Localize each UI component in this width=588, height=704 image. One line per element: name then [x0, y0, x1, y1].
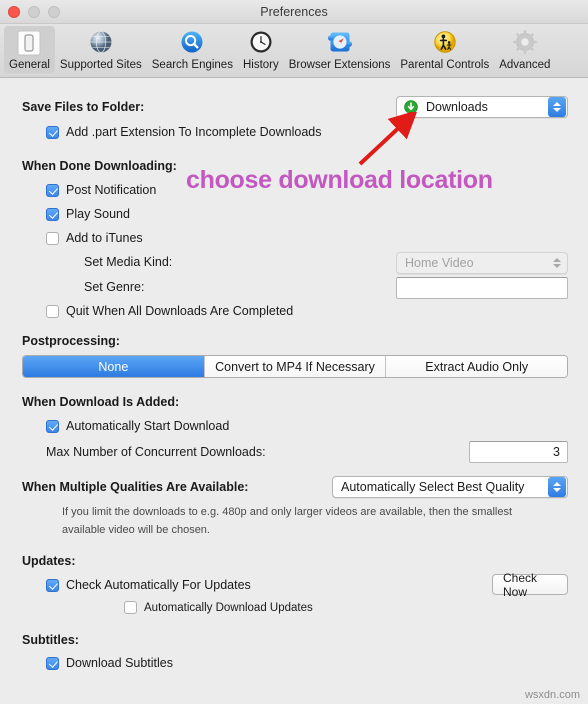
auto-start-download-checkbox[interactable]: Automatically Start Download [46, 419, 229, 433]
magnifier-icon [177, 28, 207, 58]
callout-arrow-icon [358, 112, 418, 166]
checkbox-icon [124, 601, 137, 614]
post-notification-label: Post Notification [66, 183, 157, 197]
title-bar: Preferences [0, 0, 588, 24]
globe-icon [86, 28, 116, 58]
segment-none[interactable]: None [23, 356, 205, 377]
minimize-button[interactable] [28, 6, 40, 18]
quit-when-done-checkbox[interactable]: Quit When All Downloads Are Completed [46, 304, 293, 318]
check-now-button[interactable]: Check Now [492, 571, 568, 599]
quality-stepper[interactable] [548, 477, 566, 497]
set-genre-label: Set Genre: [84, 280, 145, 294]
check-automatically-checkbox[interactable]: Check Automatically For Updates [46, 578, 251, 592]
download-subtitles-label: Download Subtitles [66, 656, 174, 670]
when-done-heading: When Done Downloading: [22, 159, 177, 173]
preferences-toolbar: General Supported Sites Search Engines H… [0, 24, 588, 78]
callout-text: choose download location [186, 166, 493, 194]
tab-browser-extensions[interactable]: Browser Extensions [284, 26, 396, 73]
tab-history-label: History [242, 59, 279, 71]
quit-when-done-label: Quit When All Downloads Are Completed [66, 304, 294, 318]
chevron-up-icon [553, 102, 561, 106]
post-notification-checkbox[interactable]: Post Notification [46, 183, 156, 197]
when-added-heading: When Download Is Added: [22, 395, 180, 409]
check-automatically-label: Check Automatically For Updates [66, 578, 251, 592]
clock-icon [246, 28, 276, 58]
quality-popup[interactable]: Automatically Select Best Quality [332, 476, 568, 498]
gear-icon [510, 28, 540, 58]
checkbox-icon [46, 183, 59, 197]
auto-start-download-label: Automatically Start Download [66, 419, 230, 433]
chevron-down-icon [553, 264, 561, 268]
watermark: wsxdn.com [524, 689, 580, 701]
tab-advanced[interactable]: Advanced [494, 26, 555, 73]
qualities-heading: When Multiple Qualities Are Available: [22, 480, 249, 494]
max-concurrent-field[interactable]: 3 [469, 441, 568, 463]
quality-value: Automatically Select Best Quality [341, 480, 525, 494]
max-concurrent-label: Max Number of Concurrent Downloads: [46, 445, 266, 459]
segment-extract-audio[interactable]: Extract Audio Only [386, 356, 567, 377]
segment-convert-mp4[interactable]: Convert to MP4 If Necessary [204, 356, 387, 377]
play-sound-label: Play Sound [66, 207, 130, 221]
auto-download-updates-label: Automatically Download Updates [144, 601, 313, 614]
download-folder-stepper[interactable] [548, 97, 566, 117]
add-part-extension-checkbox[interactable]: Add .part Extension To Incomplete Downlo… [46, 125, 321, 139]
tab-parental-controls[interactable]: Parental Controls [395, 26, 494, 73]
checkbox-icon [46, 419, 59, 433]
tab-general-label: General [9, 59, 50, 71]
add-to-itunes-checkbox[interactable]: Add to iTunes [46, 231, 143, 245]
tab-parental-controls-label: Parental Controls [400, 59, 490, 71]
checkbox-icon [46, 125, 59, 139]
checkbox-icon [46, 231, 59, 245]
tab-search-engines[interactable]: Search Engines [147, 26, 238, 73]
set-media-kind-value: Home Video [405, 256, 474, 270]
tab-supported-sites[interactable]: Supported Sites [55, 26, 147, 73]
set-media-kind-label: Set Media Kind: [84, 255, 173, 269]
chevron-up-icon [553, 482, 561, 486]
zoom-button[interactable] [48, 6, 60, 18]
checkbox-icon [46, 656, 59, 670]
tab-supported-sites-label: Supported Sites [59, 59, 142, 71]
parental-controls-icon [430, 28, 460, 58]
chevron-up-icon [553, 258, 561, 262]
tab-general[interactable]: General [4, 26, 55, 73]
qualities-help-text: If you limit the downloads to e.g. 480p … [62, 506, 513, 536]
subtitles-heading: Subtitles: [22, 633, 79, 647]
window-title: Preferences [260, 5, 328, 19]
auto-download-updates-checkbox[interactable]: Automatically Download Updates [124, 601, 313, 614]
postprocessing-heading: Postprocessing: [22, 334, 120, 348]
tab-browser-extensions-label: Browser Extensions [288, 59, 391, 71]
set-media-kind-popup[interactable]: Home Video [396, 252, 568, 274]
tab-search-engines-label: Search Engines [151, 59, 233, 71]
save-files-heading: Save Files to Folder: [22, 100, 145, 114]
play-sound-checkbox[interactable]: Play Sound [46, 207, 130, 221]
set-media-kind-stepper[interactable] [548, 253, 566, 273]
download-subtitles-checkbox[interactable]: Download Subtitles [46, 656, 173, 670]
add-part-extension-label: Add .part Extension To Incomplete Downlo… [66, 125, 322, 139]
close-button[interactable] [8, 6, 20, 18]
chevron-down-icon [553, 488, 561, 492]
preferences-window: Preferences General Supported Sites Sear… [0, 0, 588, 704]
checkbox-icon [46, 578, 59, 592]
checkbox-icon [46, 207, 59, 221]
updates-heading: Updates: [22, 554, 76, 568]
general-icon [14, 28, 44, 58]
set-genre-field[interactable] [396, 277, 568, 299]
max-concurrent-value: 3 [553, 445, 560, 459]
chevron-down-icon [553, 108, 561, 112]
tab-advanced-label: Advanced [499, 59, 551, 71]
window-controls [8, 6, 60, 18]
tab-history[interactable]: History [238, 26, 284, 73]
checkbox-icon [46, 304, 59, 318]
puzzle-compass-icon [325, 28, 355, 58]
postprocessing-segmented-control[interactable]: None Convert to MP4 If Necessary Extract… [22, 355, 568, 378]
add-to-itunes-label: Add to iTunes [66, 231, 143, 245]
